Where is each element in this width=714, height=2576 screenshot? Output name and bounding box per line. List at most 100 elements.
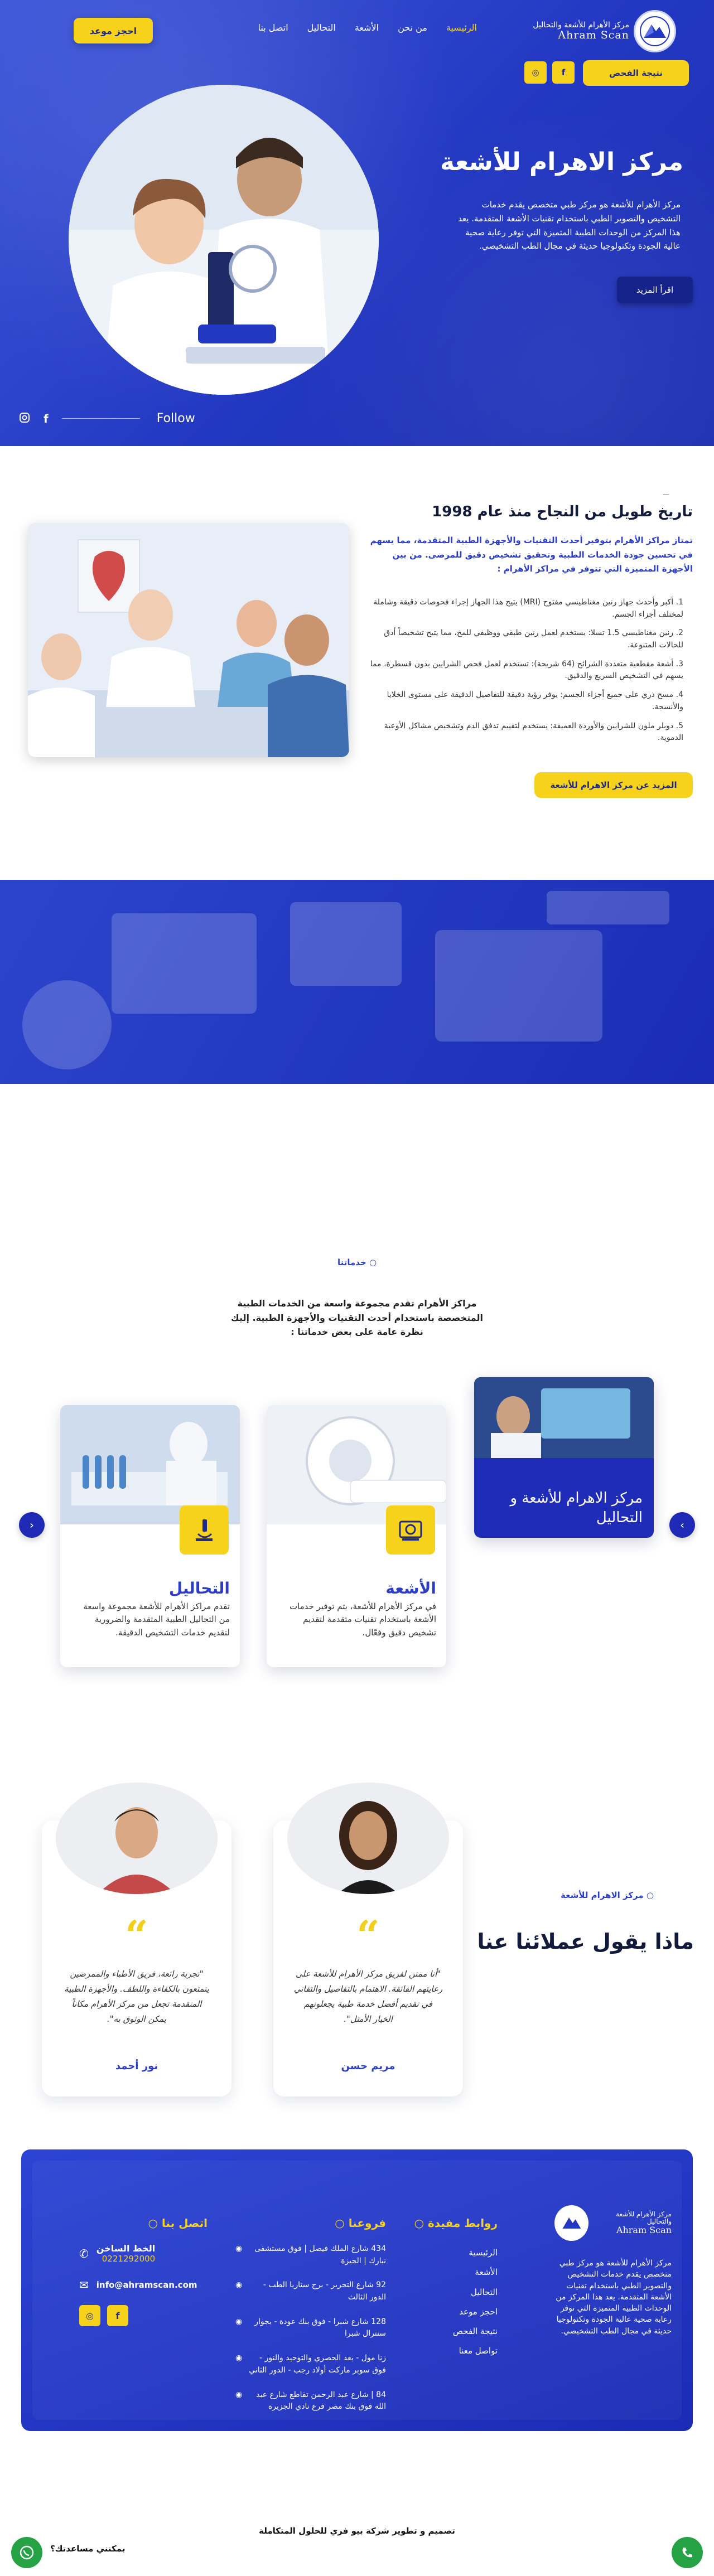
footer-link[interactable]: احجز موعد (408, 2302, 498, 2322)
carousel-next-button[interactable]: › (669, 1512, 695, 1538)
carousel-prev-button[interactable]: ‹ (19, 1512, 45, 1538)
location-icon: ◉ (235, 2244, 243, 2253)
about-lead: تمتاز مراكز الأهرام بتوفير أحدث التقنيات… (370, 535, 693, 574)
location-icon: ◉ (235, 2317, 243, 2326)
testimonial-name: مريم حسن (341, 2060, 395, 2072)
email-link[interactable]: info@ahramscan.com ✉ (79, 2278, 208, 2292)
image-banner (0, 880, 714, 1084)
footer-link[interactable]: التحاليل (408, 2283, 498, 2302)
location-icon: ◉ (235, 2354, 243, 2363)
email-icon: ✉ (79, 2278, 89, 2292)
featured-service-card[interactable]: مركز الاهرام للأشعة و التحاليل (474, 1377, 654, 1538)
main-menu: الرئيسية من نحن الأشعة التحاليل اتصل بنا (258, 22, 477, 33)
follow-bar: f Follow (19, 411, 195, 425)
logo-english-text: Ahram Scan (558, 29, 629, 42)
location-icon: ◉ (235, 2390, 243, 2399)
top-nav: مركز الأهرام للأشعة والتحاليل Ahram Scan… (0, 10, 714, 86)
avatar (287, 1783, 449, 1894)
footer-logo[interactable]: مركز الأهرام للأشعة والتحاليل Ahram Scan (554, 2205, 672, 2241)
footer: مركز الأهرام للأشعة والتحاليل Ahram Scan… (21, 2149, 693, 2431)
footer-link[interactable]: الأشعة (408, 2263, 498, 2282)
doctors-meeting-photo (28, 523, 349, 757)
about-kicker: — (663, 491, 669, 498)
pyramid-logo-icon (554, 2205, 588, 2241)
list-item: 4. مسح ذري على جميع أجزاء الجسم: يوفر رؤ… (387, 690, 683, 711)
testimonials-kicker: ○ مركز الاهرام للأشعة (561, 1890, 654, 1900)
hero-title: مركز الاهرام للأشعة (440, 148, 683, 176)
branch-item: ◉ 92 شارع التحرير - برج ستاريا الطب - الد… (235, 2279, 386, 2303)
footer-about-text: مركز الأهرام للأشعة هو مركز طبي متخصص يق… (556, 2259, 672, 2336)
more-about-button[interactable]: المزيد عن مركز الاهرام للأشعة (534, 772, 693, 798)
exam-result-button[interactable]: نتيجة الفحص (583, 60, 689, 86)
testimonial-text: "أنا ممتن لفريق مركز الأهرام للأشعة على … (293, 1969, 443, 2024)
footer-about: مركز الأهرام للأشعة والتحاليل Ahram Scan… (554, 2205, 672, 2337)
help-label: بمكنني مساعدتك؟ (50, 2544, 126, 2554)
footer-branches: فروعنا ○ ◉ 434 شارع الملك فيصل | فوق مستش… (235, 2216, 386, 2425)
footer-branches-title: فروعنا ○ (335, 2216, 386, 2230)
service-description: في مركز الأهرام للأشعة، يتم توفير خدمات … (289, 1601, 436, 1638)
book-appointment-button[interactable]: احجز موعد (74, 18, 153, 43)
logo[interactable]: مركز الأهرام للأشعة والتحاليل Ahram Scan (533, 10, 676, 52)
list-item: 2. رنين مغناطيسي 1.5 تسلا: يستخدم لعمل ر… (384, 628, 683, 650)
call-phone-icon[interactable] (672, 2537, 703, 2568)
footer-contact-title: اتصل بنا ○ (148, 2216, 208, 2230)
hero-lab-photo (69, 85, 379, 395)
whatsapp-chat-icon[interactable] (11, 2537, 42, 2568)
follow-divider (61, 418, 140, 419)
facebook-icon[interactable]: f (107, 2305, 128, 2326)
footer-links-title: روابط مفيدة ○ (414, 2216, 498, 2230)
lab-screens-photo (474, 1377, 654, 1458)
instagram-icon[interactable] (19, 412, 30, 425)
menu-item-home[interactable]: الرئيسية (446, 22, 477, 33)
quote-icon: “ (356, 1911, 380, 1959)
testimonial-card: “ "تجربة رائعة، فريق الأطباء والممرضين ي… (42, 1783, 231, 2096)
service-card-radiology[interactable]: الأشعة في مركز الأهرام للأشعة، يتم توفير… (267, 1405, 446, 1667)
credit-line[interactable]: تصميم و تطوير شركة بيو فري للحلول المتكا… (0, 2526, 714, 2536)
footer-link[interactable]: تواصل معنا (408, 2341, 498, 2361)
service-card-labs[interactable]: التحاليل تقدم مراكز الأهرام للأشعة مجموع… (60, 1405, 240, 1667)
testimonial-text: "تجربة رائعة، فريق الأطباء والممرضين يتم… (64, 1969, 209, 2024)
menu-item-radiology[interactable]: الأشعة (355, 22, 379, 33)
quote-icon: “ (125, 1911, 148, 1959)
facebook-icon[interactable]: f (552, 61, 575, 84)
menu-item-labs[interactable]: التحاليل (307, 22, 336, 33)
testimonials-title: ماذا يقول عملائنا عنا (477, 1929, 694, 1954)
menu-item-about[interactable]: من نحن (398, 22, 427, 33)
phone-icon: ✆ (79, 2246, 89, 2260)
instagram-icon[interactable]: ◎ (79, 2305, 100, 2326)
list-item: 5. دوبلر ملون للشرايين والأوردة العميقة:… (384, 721, 683, 743)
branch-item: ◉ 128 شارع شبرا - فوق بنك عودة - بجوار سن… (235, 2316, 386, 2340)
avatar (56, 1783, 218, 1894)
footer-contact: اتصل بنا ○ الخط الساخن 0221292000 ✆ info… (79, 2216, 208, 2326)
instagram-icon[interactable]: ◎ (524, 61, 547, 84)
featured-service-title: مركز الاهرام للأشعة و التحاليل (510, 1490, 643, 1527)
branch-item: ◉ 84 | شارع عبد الرحمن تقاطع شارع عبد الل… (235, 2389, 386, 2413)
testimonial-name: نور أحمد (115, 2060, 158, 2072)
hero-section: مركز الأهرام للأشعة والتحاليل Ahram Scan… (0, 0, 714, 446)
testimonial-card: “ "أنا ممتن لفريق مركز الأهرام للأشعة عل… (273, 1783, 463, 2096)
menu-item-contact[interactable]: اتصل بنا (258, 22, 288, 33)
footer-link[interactable]: نتيجة الفحص (408, 2322, 498, 2341)
facebook-icon[interactable]: f (44, 412, 49, 425)
read-more-button[interactable]: اقرأ المزيد (617, 277, 693, 303)
service-description: تقدم مراكز الأهرام للأشعة مجموعة واسعة م… (83, 1601, 230, 1638)
microscope-icon (180, 1505, 229, 1555)
list-item: 3. أشعة مقطعية متعددة الشرائح (64 شريحة)… (370, 659, 683, 681)
branch-item: ◉ زنا مول - بعد الحصري والتوحيد والنور - … (235, 2352, 386, 2376)
pyramid-logo-icon (634, 10, 676, 52)
location-icon: ◉ (235, 2280, 243, 2290)
services-intro: مراكز الأهرام تقدم مجموعة واسعة من الخدم… (231, 1298, 483, 1338)
services-kicker: ○ خدماتنا (337, 1257, 377, 1267)
hotline[interactable]: الخط الساخن 0221292000 ✆ (79, 2243, 208, 2264)
hero-description: مركز الأهرام للأشعة هو مركز طبي متخصص يق… (458, 200, 681, 251)
footer-link[interactable]: الرئيسية (408, 2243, 498, 2263)
equipment-list: 1. أكبر وأحدث جهاز رنين مغناطيسي مفتوح (… (360, 597, 683, 751)
mri-scanner-icon (386, 1505, 435, 1555)
service-title: الأشعة (385, 1579, 436, 1597)
service-title: التحاليل (168, 1579, 230, 1597)
branch-item: ◉ 434 شارع الملك فيصل | فوق مستشفى نبارك … (235, 2243, 386, 2267)
list-item: 1. أكبر وأحدث جهاز رنين مغناطيسي مفتوح (… (373, 598, 683, 619)
footer-links: روابط مفيدة ○ الرئيسية الأشعة التحاليل ا… (408, 2216, 498, 2361)
about-title: تاريخ طويل من النجاح منذ عام 1998 (432, 503, 693, 520)
logo-arabic-text: مركز الأهرام للأشعة والتحاليل (533, 20, 629, 30)
